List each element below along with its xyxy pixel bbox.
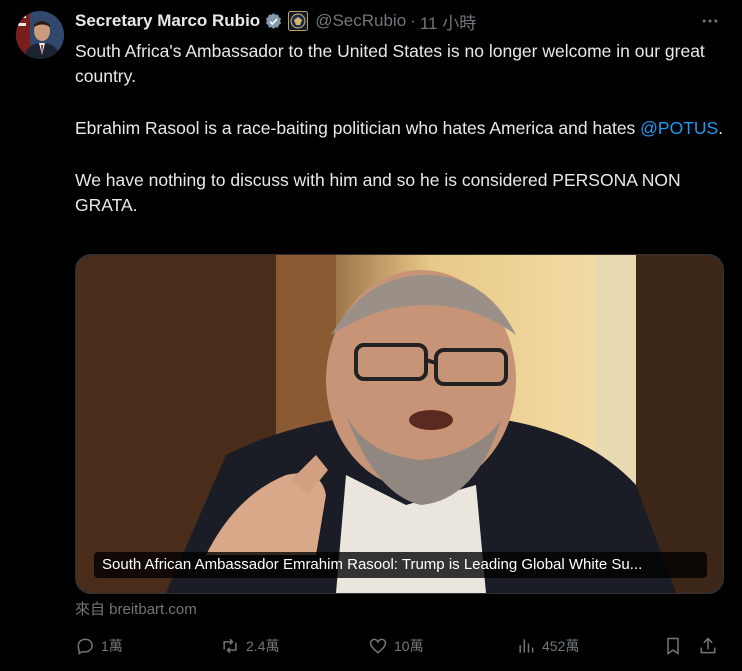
post-header: Secretary Marco Rubio @SecRubio · 11 小時	[75, 9, 722, 33]
post-paragraph-2: Ebrahim Rasool is a race-baiting politic…	[75, 116, 725, 141]
paragraph-2-text: Ebrahim Rasool is a race-baiting politic…	[75, 118, 641, 138]
post-text: South Africa's Ambassador to the United …	[75, 39, 725, 245]
post-paragraph-1: South Africa's Ambassador to the United …	[75, 41, 705, 86]
reply-button[interactable]: 1萬	[75, 636, 123, 656]
post-timestamp[interactable]: 11 小時	[420, 9, 476, 34]
media-caption: South African Ambassador Emrahim Rasool:…	[94, 552, 707, 578]
bookmark-icon	[667, 637, 679, 655]
author-name[interactable]: Secretary Marco Rubio	[75, 11, 260, 31]
link-source[interactable]: 來自 breitbart.com	[75, 598, 197, 619]
share-button[interactable]	[698, 636, 724, 656]
like-icon	[369, 638, 387, 654]
repost-button[interactable]: 2.4萬	[220, 636, 279, 656]
video-thumbnail	[76, 255, 723, 593]
like-count: 10萬	[394, 638, 424, 654]
link-card-media[interactable]: South African Ambassador Emrahim Rasool:…	[75, 254, 724, 594]
paragraph-2-end: .	[718, 118, 724, 138]
views-icon	[519, 639, 534, 653]
share-icon	[700, 637, 716, 654]
repost-icon	[223, 638, 237, 654]
post-paragraph-3: We have nothing to discuss with him and …	[75, 170, 681, 215]
bookmark-button[interactable]	[663, 636, 689, 656]
views-count: 452萬	[542, 638, 580, 654]
like-button[interactable]: 10萬	[368, 636, 424, 656]
author-handle[interactable]: @SecRubio	[315, 11, 406, 31]
government-seal-icon[interactable]	[288, 11, 309, 31]
action-bar: 1萬 2.4萬 10萬 452萬	[75, 630, 725, 664]
mention-link[interactable]: @POTUS	[640, 118, 718, 138]
reply-icon	[77, 638, 93, 655]
header-separator: ·	[410, 11, 416, 30]
verified-badge-icon[interactable]	[264, 12, 283, 31]
author-avatar[interactable]	[16, 11, 64, 59]
views-button[interactable]: 452萬	[516, 636, 579, 656]
more-options-icon[interactable]	[698, 9, 722, 33]
repost-count: 2.4萬	[246, 638, 280, 654]
reply-count: 1萬	[101, 638, 123, 654]
